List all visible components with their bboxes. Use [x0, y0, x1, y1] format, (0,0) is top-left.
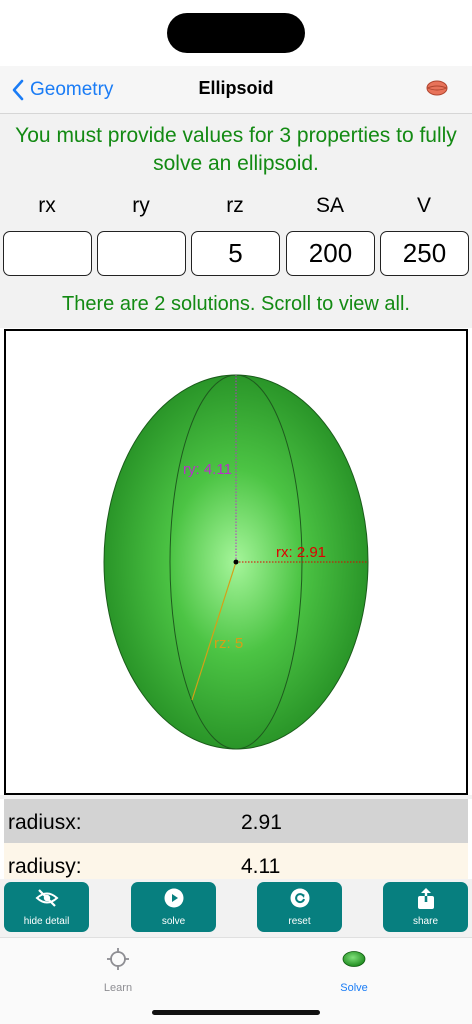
page-title: Ellipsoid — [198, 78, 274, 98]
ellipsoid-drawing: ry: 4.11 rx: 2.91 rz: 5 — [103, 374, 369, 750]
tab-solve[interactable]: Solve — [294, 946, 414, 994]
solve-button[interactable]: solve — [131, 882, 216, 932]
rz-field[interactable]: 5 — [191, 231, 280, 276]
reset-button[interactable]: reset — [257, 882, 342, 932]
navigation-bar: Geometry Ellipsoid — [0, 66, 472, 114]
dynamic-island — [167, 13, 305, 53]
result-value: 2.91 — [241, 811, 282, 834]
eye-slash-icon — [35, 889, 58, 907]
label-v: V — [416, 194, 431, 217]
label-rz: rz — [226, 194, 244, 217]
crosshair-icon — [107, 948, 129, 970]
result-value: 4.11 — [241, 855, 281, 878]
result-row: radiusx: 2.91 — [4, 799, 468, 843]
property-labels: rx ry rz SA V — [0, 180, 472, 230]
home-indicator — [152, 1010, 320, 1015]
action-bar: hide detail solve reset share — [0, 879, 472, 937]
tab-solve-label: Solve — [340, 982, 368, 994]
share-icon — [417, 888, 434, 909]
ry-label: ry: 4.11 — [183, 461, 232, 478]
reset-label: reset — [288, 916, 311, 927]
volume-field[interactable]: 250 — [380, 231, 469, 276]
rz-label: rz: 5 — [214, 635, 243, 652]
result-row: radiusy: 4.11 — [4, 843, 468, 879]
play-circle-icon — [164, 888, 183, 908]
ry-field[interactable] — [97, 231, 186, 276]
property-inputs: 5 200 250 — [0, 230, 472, 280]
label-sa: SA — [315, 194, 344, 217]
tab-learn-label: Learn — [103, 982, 133, 994]
ellipsoid-diagram: ry: 4.11 rx: 2.91 rz: 5 — [4, 329, 468, 795]
green-ellipsoid-icon — [342, 951, 366, 967]
share-button[interactable]: share — [383, 882, 468, 932]
ellipsoid-icon[interactable] — [426, 80, 448, 96]
reset-icon — [290, 888, 309, 908]
hide-detail-label: hide detail — [23, 916, 70, 927]
tab-learn[interactable]: Learn — [58, 946, 178, 994]
label-ry: ry — [132, 194, 150, 217]
hide-detail-button[interactable]: hide detail — [4, 882, 89, 932]
rx-label: rx: 2.91 — [276, 544, 326, 561]
solutions-message: There are 2 solutions. Scroll to view al… — [0, 280, 472, 328]
instruction-text: You must provide values for 3 properties… — [0, 114, 472, 180]
label-rx: rx — [38, 194, 56, 217]
rx-field[interactable] — [3, 231, 92, 276]
result-key: radiusy: — [8, 855, 82, 878]
solve-label: solve — [161, 916, 186, 927]
center-point — [233, 559, 239, 565]
sa-field[interactable]: 200 — [286, 231, 375, 276]
result-key: radiusx: — [8, 811, 82, 834]
share-label: share — [412, 916, 438, 927]
